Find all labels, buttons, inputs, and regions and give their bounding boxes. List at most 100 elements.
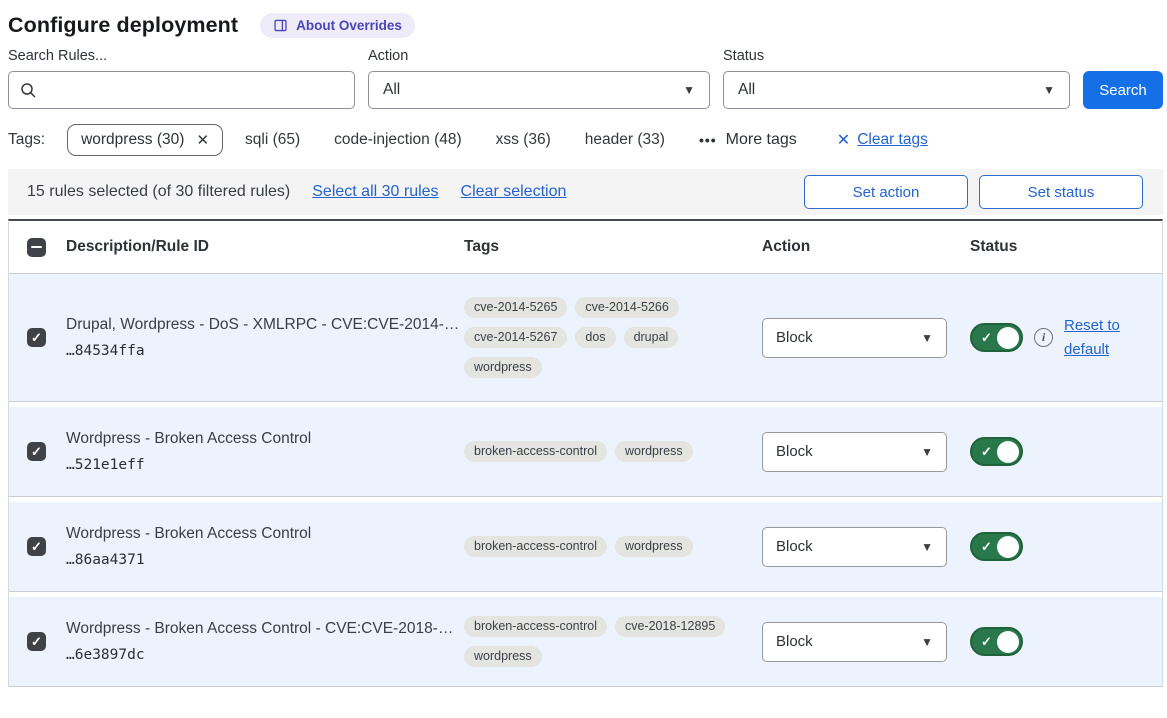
tag-filter-xss[interactable]: xss (36) xyxy=(496,131,551,149)
toggle-knob xyxy=(997,327,1019,349)
row-checkbox[interactable]: ✓ xyxy=(27,632,46,651)
tag-filter-sqli[interactable]: sqli (65) xyxy=(245,131,300,149)
status-filter-group: Status All ▼ xyxy=(723,48,1070,109)
column-action: Action xyxy=(762,238,970,256)
rule-description-cell: Wordpress - Broken Access Control …521e1… xyxy=(66,430,464,473)
more-tags-label: More tags xyxy=(726,131,797,149)
row-checkbox[interactable]: ✓ xyxy=(27,328,46,347)
status-filter-select[interactable]: All ▼ xyxy=(723,71,1070,109)
tag-pill: broken-access-control xyxy=(464,616,607,637)
rule-action-value: Block xyxy=(776,538,813,555)
check-icon: ✓ xyxy=(31,445,42,458)
tags-label: Tags: xyxy=(8,131,45,149)
clear-selection-link[interactable]: Clear selection xyxy=(461,183,567,201)
tag-pill: drupal xyxy=(624,327,679,348)
check-icon: ✓ xyxy=(981,634,992,650)
rule-id: …84534ffa xyxy=(66,343,464,359)
status-toggle[interactable]: ✓ xyxy=(970,627,1023,656)
status-toggle[interactable]: ✓ xyxy=(970,323,1023,352)
row-checkbox[interactable]: ✓ xyxy=(27,537,46,556)
close-icon: ✕ xyxy=(837,130,850,150)
rule-action-select[interactable]: Block ▼ xyxy=(762,527,947,567)
rule-title: Wordpress - Broken Access Control xyxy=(66,525,464,543)
more-tags-button[interactable]: ••• More tags xyxy=(699,131,797,149)
status-filter-value: All xyxy=(738,81,755,99)
rule-title: Wordpress - Broken Access Control - CVE:… xyxy=(66,620,464,638)
rule-title: Wordpress - Broken Access Control xyxy=(66,430,464,448)
page-header: Configure deployment About Overrides xyxy=(8,0,1163,46)
about-overrides-label: About Overrides xyxy=(296,18,402,33)
search-rules-input[interactable] xyxy=(9,72,354,108)
row-checkbox-cell: ✓ xyxy=(9,442,66,461)
toggle-knob xyxy=(997,631,1019,653)
rule-action-value: Block xyxy=(776,633,813,650)
table-row: ✓ Drupal, Wordpress - DoS - XMLRPC - CVE… xyxy=(9,274,1162,402)
row-checkbox-cell: ✓ xyxy=(9,537,66,556)
rule-action-select[interactable]: Block ▼ xyxy=(762,622,947,662)
set-status-button[interactable]: Set status xyxy=(979,175,1143,209)
chevron-down-icon: ▼ xyxy=(683,84,695,96)
select-all-rules-link[interactable]: Select all 30 rules xyxy=(312,183,438,201)
close-icon: ✕ xyxy=(196,131,209,149)
rule-status-cell: ✓ xyxy=(970,627,1162,656)
rule-id: …86aa4371 xyxy=(66,552,464,568)
tag-pill: cve-2014-5267 xyxy=(464,327,567,348)
tag-pill: wordpress xyxy=(615,441,693,462)
status-filter-label: Status xyxy=(723,48,1070,64)
column-tags: Tags xyxy=(464,238,762,256)
selection-summary: 15 rules selected (of 30 filtered rules) xyxy=(27,183,290,201)
tag-pill: wordpress xyxy=(615,536,693,557)
rule-action-cell: Block ▼ xyxy=(762,622,970,662)
search-button[interactable]: Search xyxy=(1083,71,1163,109)
rule-status-cell: ✓ xyxy=(970,532,1162,561)
action-filter-select[interactable]: All ▼ xyxy=(368,71,710,109)
clear-tags-button[interactable]: ✕ Clear tags xyxy=(837,130,928,150)
search-rules-box xyxy=(8,71,355,109)
rule-description-cell: Drupal, Wordpress - DoS - XMLRPC - CVE:C… xyxy=(66,316,464,359)
tags-bar: Tags: wordpress (30) ✕ sqli (65) code-in… xyxy=(8,109,1163,169)
tag-filter-code-injection[interactable]: code-injection (48) xyxy=(334,131,462,149)
set-action-button[interactable]: Set action xyxy=(804,175,968,209)
tag-pill: wordpress xyxy=(464,646,542,667)
rule-id: …6e3897dc xyxy=(66,647,464,663)
rule-action-select[interactable]: Block ▼ xyxy=(762,318,947,358)
status-toggle[interactable]: ✓ xyxy=(970,532,1023,561)
rule-action-select[interactable]: Block ▼ xyxy=(762,432,947,472)
row-checkbox-cell: ✓ xyxy=(9,328,66,347)
action-filter-value: All xyxy=(383,81,400,99)
select-all-checkbox[interactable] xyxy=(27,238,46,257)
bulk-actions: Set action Set status xyxy=(804,175,1143,209)
status-toggle[interactable]: ✓ xyxy=(970,437,1023,466)
selection-bar: 15 rules selected (of 30 filtered rules)… xyxy=(8,169,1163,215)
rule-tags-cell: cve-2014-5265 cve-2014-5266 cve-2014-526… xyxy=(464,297,726,378)
rule-tags-cell: broken-access-control cve-2018-12895 wor… xyxy=(464,616,726,667)
info-icon[interactable]: i xyxy=(1034,328,1053,347)
table-row: ✓ Wordpress - Broken Access Control - CV… xyxy=(9,597,1162,687)
rule-action-value: Block xyxy=(776,329,813,346)
table-header-row: Description/Rule ID Tags Action Status xyxy=(9,221,1162,274)
action-filter-label: Action xyxy=(368,48,710,64)
column-status: Status xyxy=(970,238,1162,256)
tag-pill: dos xyxy=(575,327,615,348)
filter-bar: Search Rules... Action All ▼ Status xyxy=(8,48,1163,109)
row-checkbox[interactable]: ✓ xyxy=(27,442,46,461)
chevron-down-icon: ▼ xyxy=(921,332,933,344)
rule-action-value: Block xyxy=(776,443,813,460)
check-icon: ✓ xyxy=(981,539,992,555)
rule-action-cell: Block ▼ xyxy=(762,318,970,358)
tag-filter-header[interactable]: header (33) xyxy=(585,131,665,149)
row-checkbox-cell: ✓ xyxy=(9,632,66,651)
about-overrides-button[interactable]: About Overrides xyxy=(260,13,415,38)
indeterminate-icon xyxy=(31,246,42,249)
check-icon: ✓ xyxy=(31,540,42,553)
toggle-knob xyxy=(997,536,1019,558)
chevron-down-icon: ▼ xyxy=(921,446,933,458)
rule-description-cell: Wordpress - Broken Access Control …86aa4… xyxy=(66,525,464,568)
reset-to-default-link[interactable]: Reset to default xyxy=(1064,314,1130,362)
book-icon xyxy=(273,18,288,33)
check-icon: ✓ xyxy=(31,635,42,648)
rule-id: …521e1eff xyxy=(66,457,464,473)
selected-tag-wordpress[interactable]: wordpress (30) ✕ xyxy=(67,124,223,156)
chevron-down-icon: ▼ xyxy=(921,636,933,648)
clear-tags-label: Clear tags xyxy=(857,131,928,149)
